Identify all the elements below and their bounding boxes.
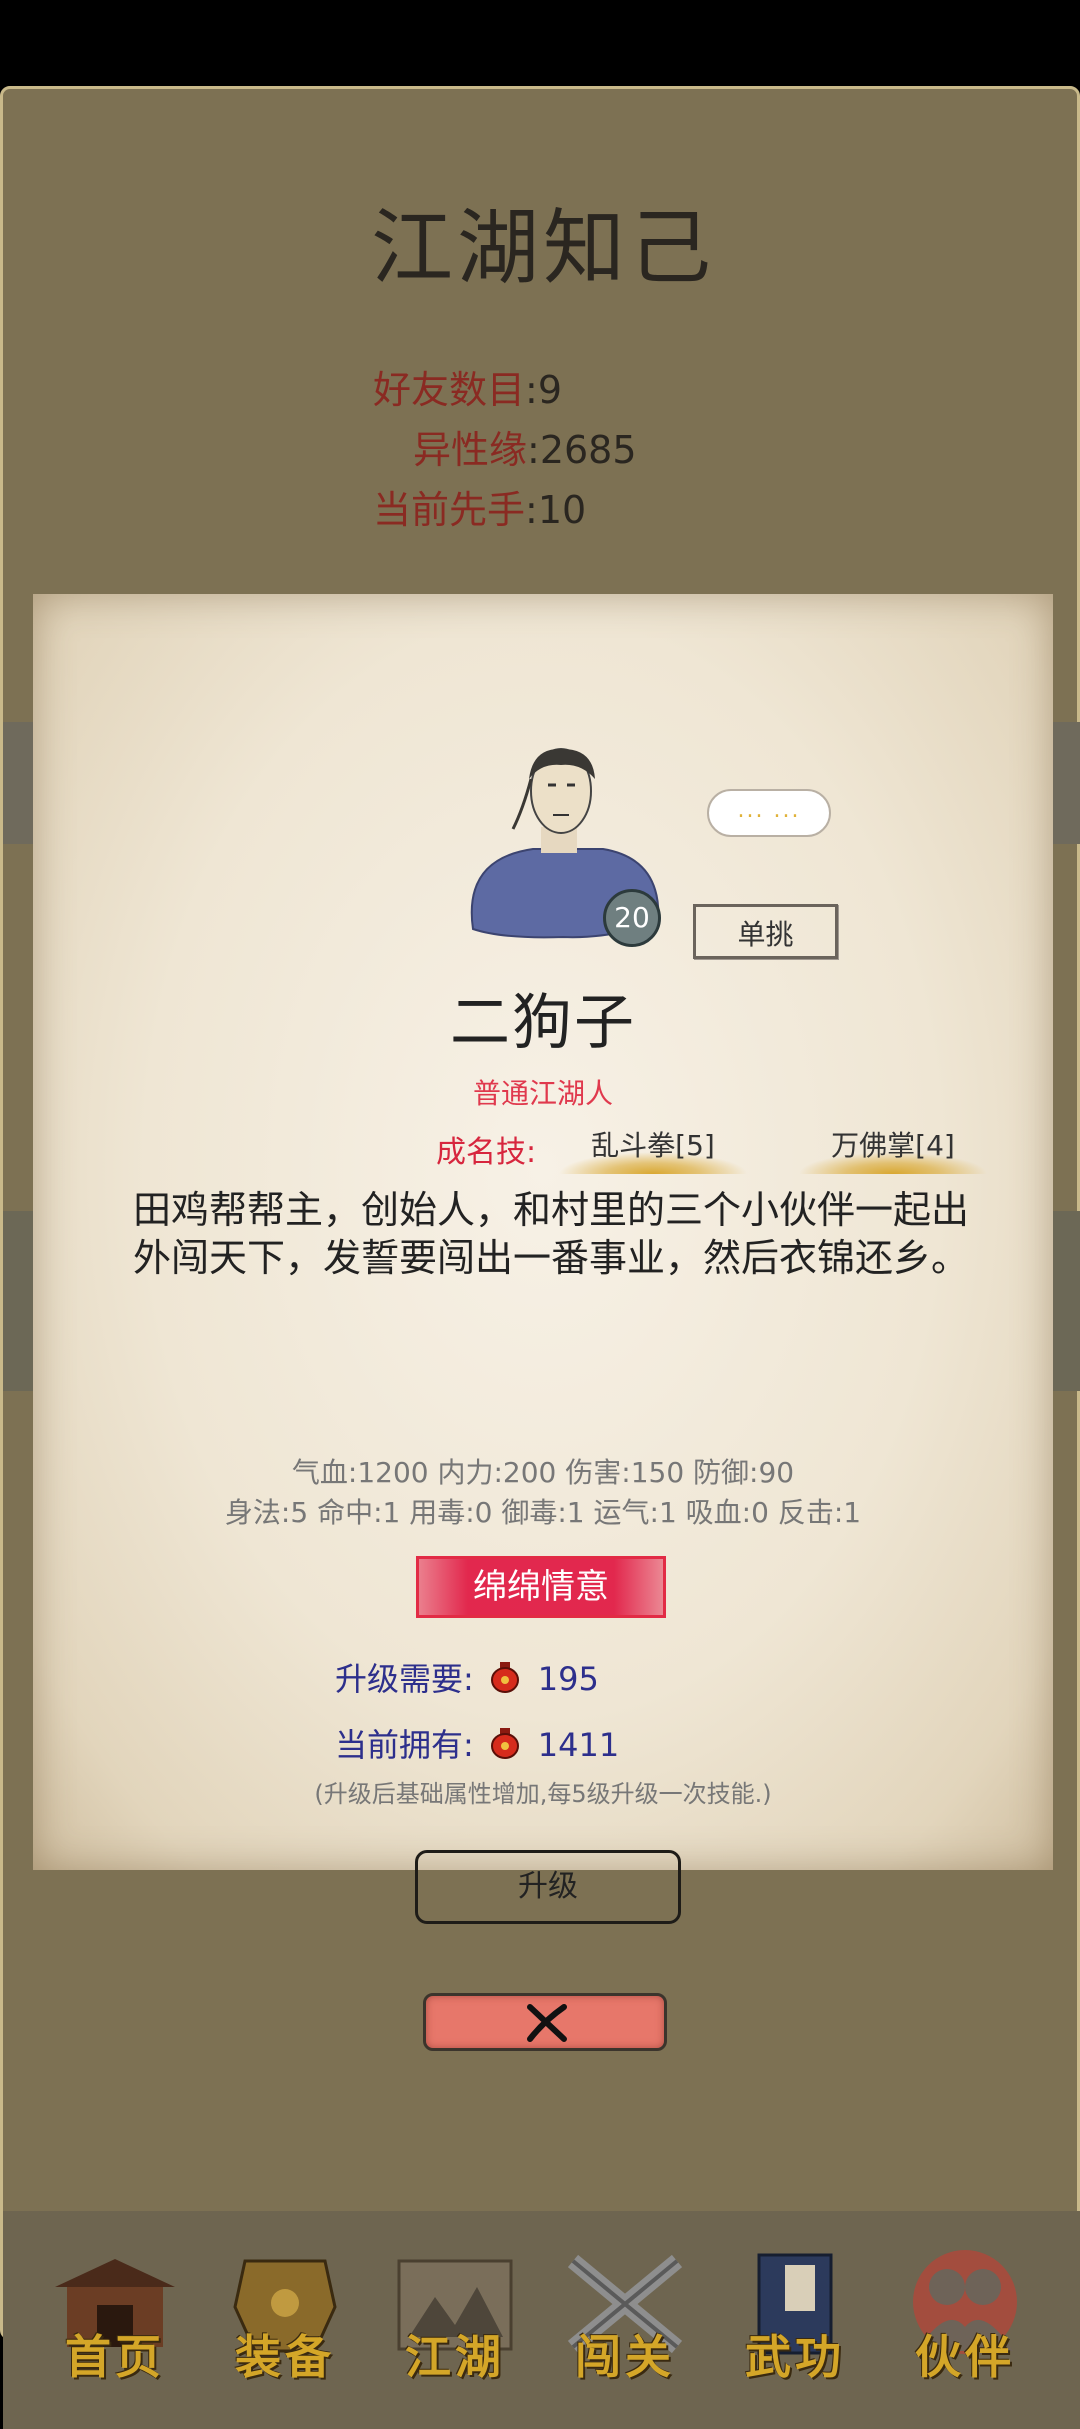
stat-charm: 异性缘:2685 bbox=[413, 428, 637, 472]
special-trait: 绵绵情意 bbox=[416, 1556, 666, 1618]
red-jar-icon bbox=[490, 1727, 520, 1767]
app-screen: 江湖知己 好友数目:9 异性缘:2685 当前先手:10 20 ... ... … bbox=[0, 86, 1080, 2429]
attributes-line: 气血:1200 内力:200 伤害:150 防御:90 bbox=[291, 1456, 795, 1489]
upgrade-note: (升级后基础属性增加,每5级升级一次技能.) bbox=[314, 1780, 772, 1808]
stat-friends: 好友数目:9 bbox=[373, 368, 563, 412]
level-badge: 20 bbox=[603, 889, 661, 947]
upgrade-cost-row: 升级需要: 195 bbox=[335, 1654, 599, 1701]
partner-description: 田鸡帮帮主，创始人，和村里的三个小伙伴一起出外闯天下，发誓要闯出一番事业，然后衣… bbox=[133, 1188, 970, 1280]
stat-initiative: 当前先手:10 bbox=[373, 488, 587, 532]
attributes-line: 身法:5 命中:1 用毒:0 御毒:1 运气:1 吸血:0 反击:1 bbox=[224, 1496, 862, 1529]
upgrade-button[interactable]: 升级 bbox=[415, 1850, 681, 1924]
status-bar bbox=[0, 0, 1080, 86]
skill-item[interactable]: 万佛掌[4] bbox=[798, 1124, 988, 1174]
nav-challenge[interactable]: 闯关 bbox=[555, 2247, 695, 2387]
skills-label: 成名技: bbox=[436, 1135, 537, 1170]
partner-card: 20 ... ... 单挑 二狗子 普通江湖人 成名技: 乱斗拳[5] 万佛掌[… bbox=[33, 594, 1053, 1924]
nav-jianghu[interactable]: 江湖 bbox=[385, 2247, 525, 2387]
page-title: 江湖知己 bbox=[370, 201, 715, 296]
partner-rank: 普通江湖人 bbox=[472, 1077, 613, 1110]
nav-martial-arts[interactable]: 武功 bbox=[725, 2247, 865, 2387]
bottom-nav: 首页 装备 江湖 闯关 武功 伙伴 bbox=[3, 2211, 1080, 2429]
owned-row: 当前拥有: 1411 bbox=[335, 1720, 619, 1767]
close-button[interactable] bbox=[423, 1993, 667, 2051]
skill-item[interactable]: 乱斗拳[5] bbox=[558, 1124, 748, 1174]
partner-name: 二狗子 bbox=[450, 988, 636, 1058]
close-x-icon bbox=[527, 2004, 567, 2042]
nav-partners[interactable]: 伙伴 bbox=[895, 2247, 1035, 2387]
duel-button[interactable]: 单挑 bbox=[693, 904, 838, 959]
nav-home[interactable]: 首页 bbox=[45, 2247, 185, 2387]
red-jar-icon bbox=[490, 1661, 520, 1701]
speech-bubble: ... ... bbox=[707, 789, 831, 837]
nav-equipment[interactable]: 装备 bbox=[215, 2247, 355, 2387]
